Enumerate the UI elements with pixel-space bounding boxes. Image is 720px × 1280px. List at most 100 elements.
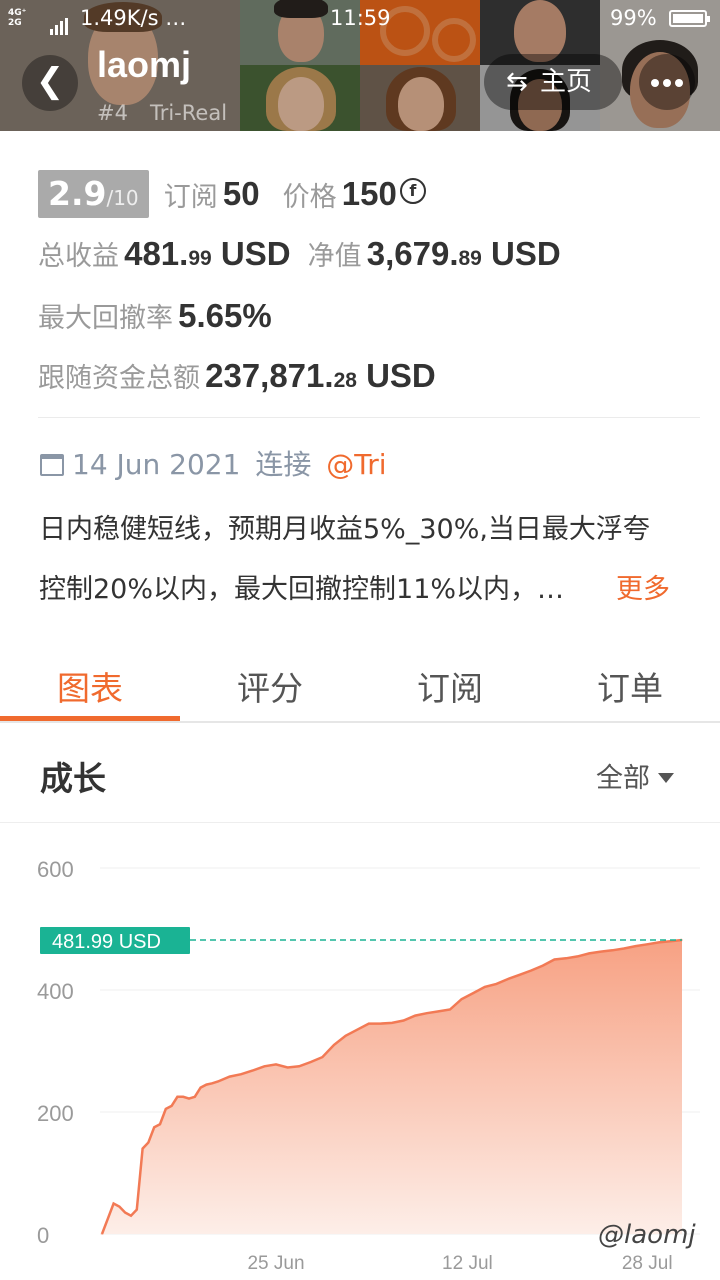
divider bbox=[38, 417, 700, 418]
data-point bbox=[611, 949, 614, 951]
growth-area bbox=[102, 940, 682, 1234]
score-badge: 2.9/10 bbox=[38, 170, 149, 218]
data-point bbox=[217, 1080, 219, 1083]
data-point bbox=[176, 1096, 178, 1098]
current-value-label: 481.99 USD bbox=[52, 931, 161, 953]
rank-number: #4 bbox=[97, 101, 128, 125]
data-point bbox=[530, 969, 532, 972]
equity-label: 净值 bbox=[307, 241, 362, 272]
more-button[interactable] bbox=[639, 54, 695, 110]
data-point bbox=[159, 1123, 161, 1125]
tab-orders[interactable]: 订单 bbox=[540, 662, 720, 710]
range-filter[interactable]: 全部 bbox=[596, 756, 674, 795]
data-point bbox=[200, 1087, 202, 1089]
data-point bbox=[333, 1044, 335, 1046]
user-rank: #4 Tri-Real bbox=[97, 101, 227, 125]
price-label: 价格 bbox=[282, 181, 337, 213]
swap-icon: ⇆ bbox=[506, 67, 528, 97]
data-point bbox=[669, 940, 672, 942]
data-point bbox=[229, 1076, 231, 1078]
profile-header: 4G⁺ 2G 1.49K/s … 11:59 99% ❮ laomj #4 Tri… bbox=[0, 0, 720, 131]
max-drawdown-value: 5.65% bbox=[178, 297, 272, 334]
data-point bbox=[356, 1029, 358, 1031]
network-speed: 1.49K/s … bbox=[80, 6, 187, 30]
battery-percent: 99% bbox=[610, 6, 657, 30]
home-label: 主页 bbox=[540, 67, 593, 97]
data-point bbox=[553, 958, 556, 961]
data-point bbox=[635, 945, 637, 947]
data-point bbox=[461, 998, 463, 1000]
data-point bbox=[484, 986, 486, 988]
data-point bbox=[142, 1148, 144, 1150]
data-point bbox=[240, 1073, 242, 1075]
start-date: 14 Jun 2021 bbox=[72, 448, 241, 481]
data-point bbox=[472, 992, 474, 994]
description-line: 日内稳健短线，预期月收益5%_30%,当日最大浮夸 bbox=[39, 514, 650, 545]
data-point bbox=[211, 1082, 213, 1084]
follow-funds-row: 跟随资金总额 237,871.28 USD bbox=[38, 356, 436, 395]
data-point bbox=[345, 1035, 347, 1037]
y-tick-label: 0 bbox=[37, 1223, 49, 1248]
watermark: @laomj bbox=[598, 1220, 696, 1250]
meta-row: 14 Jun 2021 连接 @Tri bbox=[40, 443, 387, 483]
follow-funds-value: 237,871.28 USD bbox=[205, 357, 436, 394]
data-point bbox=[124, 1212, 126, 1214]
data-point bbox=[542, 965, 544, 967]
data-point bbox=[263, 1065, 265, 1067]
growth-chart[interactable]: 0 200 400 600 481.99 USD 25 Jun 12 Jul 28 Jul bbox=[0, 823, 720, 1280]
tab-rating[interactable]: 评分 bbox=[180, 662, 360, 710]
x-tick-label: 12 Jul bbox=[442, 1253, 493, 1274]
score-row: 2.9/10 订阅 50 价格 150 f bbox=[38, 170, 426, 218]
data-point bbox=[646, 943, 648, 945]
subscribe-count: 50 bbox=[222, 175, 260, 212]
profit-row: 总收益 481.99 USD 净值 3,679.89 USD bbox=[38, 234, 561, 273]
x-tick-label: 28 Jul bbox=[622, 1253, 673, 1274]
data-point bbox=[379, 1022, 381, 1025]
data-point bbox=[519, 974, 521, 976]
data-point bbox=[194, 1096, 196, 1098]
data-point bbox=[113, 1202, 115, 1205]
data-point bbox=[321, 1056, 323, 1058]
home-button[interactable]: ⇆ 主页 bbox=[484, 54, 622, 110]
data-point bbox=[449, 1008, 451, 1011]
chevron-down-icon bbox=[658, 773, 674, 783]
max-drawdown-label: 最大回撤率 bbox=[38, 303, 173, 334]
battery-icon bbox=[669, 10, 710, 27]
tab-subscribe[interactable]: 订阅 bbox=[360, 662, 540, 710]
data-point bbox=[588, 952, 590, 954]
data-point bbox=[287, 1066, 289, 1069]
data-point bbox=[495, 983, 497, 985]
section-title: 成长 bbox=[40, 759, 106, 798]
follow-funds-label: 跟随资金总额 bbox=[38, 363, 200, 394]
data-point bbox=[426, 1012, 428, 1014]
data-point bbox=[165, 1108, 167, 1110]
network-indicator: 4G⁺ 2G bbox=[8, 8, 27, 28]
signal-icon bbox=[50, 11, 70, 35]
tab-chart[interactable]: 图表 bbox=[0, 662, 180, 710]
account-name: Tri-Real bbox=[149, 101, 228, 125]
data-point bbox=[403, 1019, 405, 1022]
data-point bbox=[171, 1105, 173, 1107]
status-bar: 4G⁺ 2G 1.49K/s … 11:59 99% bbox=[0, 0, 720, 38]
data-point bbox=[600, 950, 602, 953]
price-value: 150 bbox=[341, 175, 397, 212]
calendar-icon bbox=[40, 454, 64, 476]
tab-indicator bbox=[0, 716, 180, 721]
description-text: 控制20%以内，最大回撤控制11%以内，… bbox=[39, 574, 565, 605]
tab-bar: 图表 评分 订阅 订单 bbox=[0, 646, 720, 723]
data-point bbox=[368, 1022, 370, 1025]
coin-icon: f bbox=[399, 177, 426, 204]
data-point bbox=[147, 1141, 149, 1144]
broker-link[interactable]: @Tri bbox=[326, 448, 386, 481]
data-point bbox=[252, 1069, 254, 1072]
data-point bbox=[107, 1218, 109, 1220]
data-point bbox=[182, 1096, 184, 1098]
data-point bbox=[391, 1022, 393, 1024]
back-arrow-icon: ❮ bbox=[35, 61, 65, 101]
y-tick-label: 600 bbox=[37, 857, 74, 882]
data-point bbox=[414, 1015, 416, 1017]
data-point bbox=[507, 978, 509, 980]
back-button[interactable]: ❮ bbox=[22, 55, 78, 111]
data-point bbox=[153, 1126, 155, 1128]
more-link[interactable]: 更多 bbox=[616, 567, 670, 606]
